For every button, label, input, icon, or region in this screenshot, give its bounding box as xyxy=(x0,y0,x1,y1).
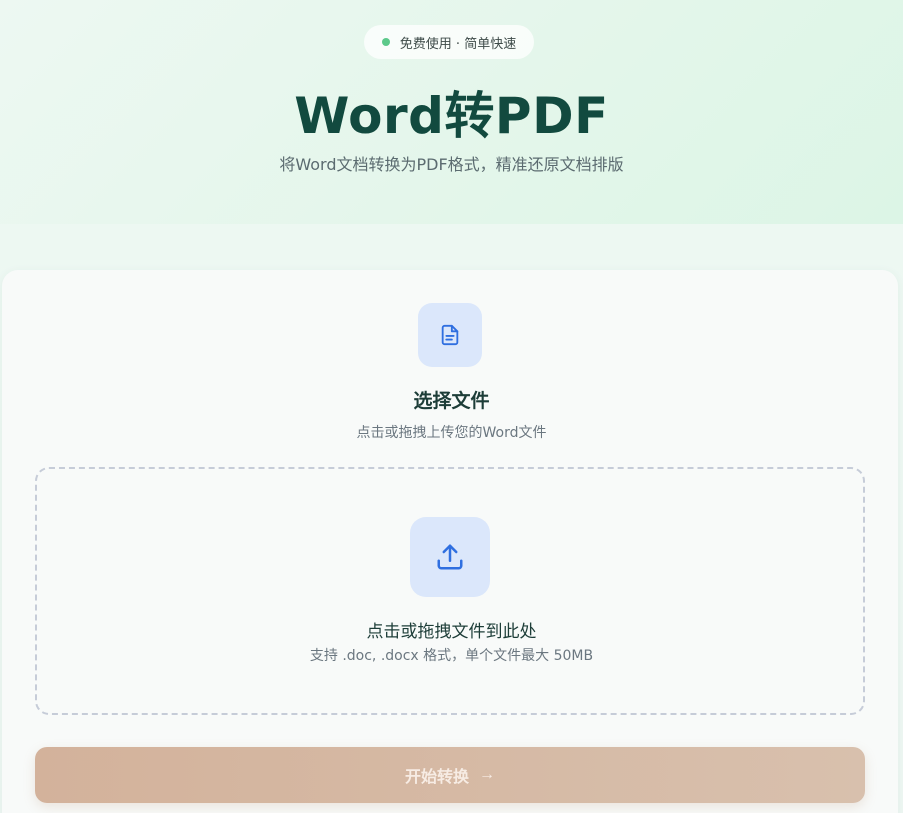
status-dot-icon xyxy=(381,38,390,46)
page-title: Word转PDF xyxy=(294,87,609,145)
document-icon xyxy=(418,303,482,367)
arrow-right-icon: → xyxy=(479,766,495,783)
select-file-title: 选择文件 xyxy=(413,390,490,412)
page-subtitle: 将Word文档转换为PDF格式，精准还原文档排版 xyxy=(279,155,624,174)
status-badge: 免费使用 · 简单快速 xyxy=(364,25,534,59)
dropzone-subtitle: 支持 .doc, .docx 格式，单个文件最大 50MB xyxy=(309,648,594,664)
hero-banner: 免费使用 · 简单快速 Word转PDF 将Word文档转换为PDF格式，精准还… xyxy=(0,0,903,224)
select-file-subtitle: 点击或拖拽上传您的Word文件 xyxy=(356,425,547,441)
badge-text: 免费使用 · 简单快速 xyxy=(399,36,517,52)
dropzone-title: 点击或拖拽文件到此处 xyxy=(366,622,537,642)
upload-icon[interactable] xyxy=(410,517,490,597)
start-convert-button[interactable]: 开始转换 → xyxy=(35,747,865,803)
convert-button-label: 开始转换 xyxy=(404,769,469,786)
